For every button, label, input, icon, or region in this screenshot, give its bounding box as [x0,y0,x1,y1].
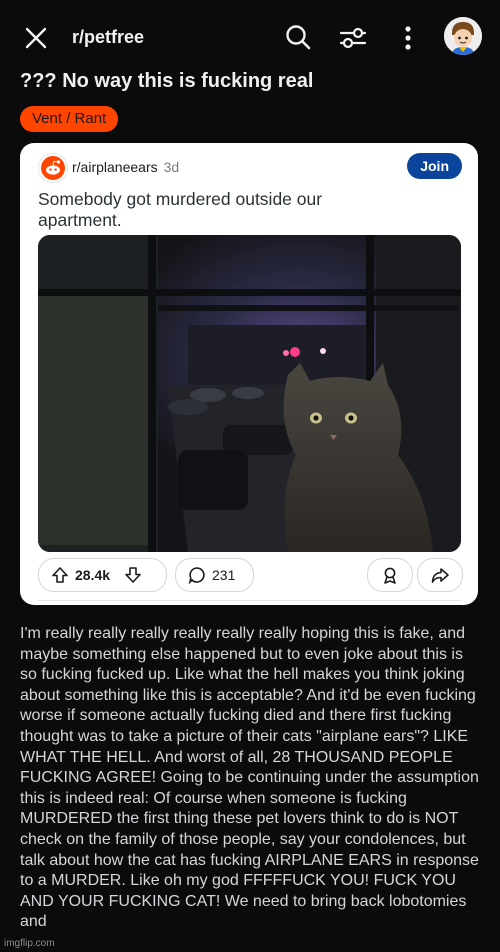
card-divider [38,600,461,601]
reddit-logo-icon [38,153,68,183]
award-button[interactable] [367,558,413,592]
filter-icon[interactable] [339,24,367,52]
post-title[interactable]: ??? No way this is fucking real [20,70,313,93]
upvote-icon[interactable] [51,566,69,584]
top-bar: r/petfree [0,0,500,76]
embedded-post-card[interactable]: r/airplaneears 3d Join Somebody got murde… [20,143,478,605]
user-avatar[interactable] [444,17,482,55]
join-button[interactable]: Join [407,153,462,179]
embedded-subreddit-name[interactable]: r/airplaneears [72,159,158,175]
watermark: imgflip.com [4,938,55,949]
flair-badge[interactable]: Vent / Rant [20,106,119,132]
post-body: I'm really really really really really r… [20,625,479,931]
embedded-post-title[interactable]: Somebody got murdered outside our apartm… [38,189,358,231]
share-button[interactable] [417,558,463,592]
award-icon [381,566,399,584]
close-icon[interactable] [22,24,50,52]
post-image[interactable] [38,235,461,552]
embedded-subreddit[interactable]: r/airplaneears 3d [72,159,179,175]
comment-icon [188,566,206,584]
subreddit-name[interactable]: r/petfree [72,27,144,48]
vote-control: 28.4k [38,558,167,592]
upvote-count: 28.4k [75,567,111,583]
comments-button[interactable]: 231 [175,558,254,592]
downvote-icon[interactable] [124,566,142,584]
share-icon [431,566,449,584]
post-age: 3d [163,159,180,175]
more-vertical-icon[interactable] [396,24,420,52]
comment-count: 231 [212,567,236,583]
search-icon[interactable] [284,23,312,51]
